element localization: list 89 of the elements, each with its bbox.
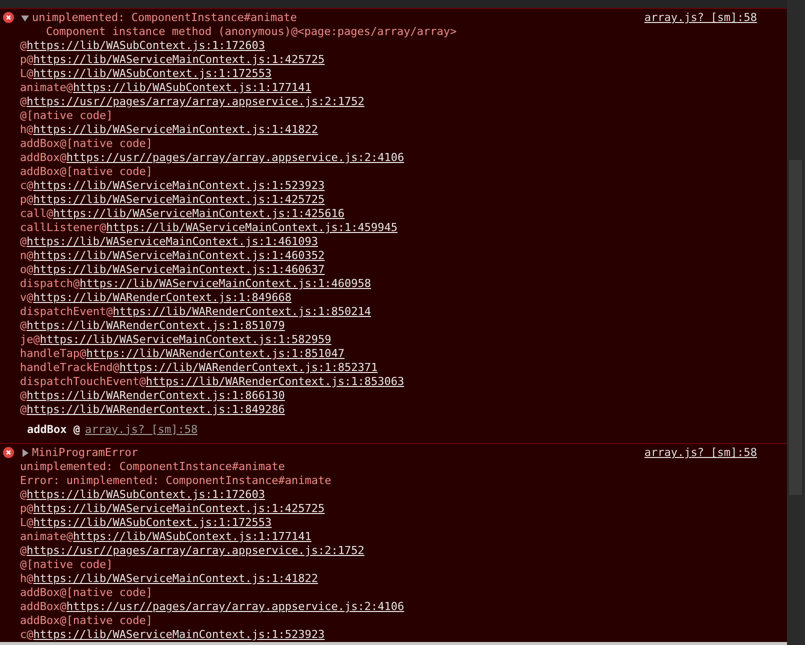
stack-link[interactable]: https://lib/WAServiceMainContext.js:1:41822 (33, 572, 318, 586)
stack-link[interactable]: https://lib/WASubContext.js:1:172553 (33, 516, 272, 530)
error-icon (3, 12, 14, 23)
function-name: @ (20, 39, 27, 53)
function-name: v@ (20, 291, 34, 305)
stack-link[interactable]: https://lib/WAServiceMainContext.js:1:41822 (33, 123, 318, 137)
stack-link[interactable]: https://lib/WAServiceMainContext.js:1:425725 (33, 53, 325, 67)
function-name: je@ (20, 333, 40, 347)
stack-link[interactable]: https://lib/WASubContext.js:1:172553 (33, 67, 272, 81)
function-name: handleTrackEnd@ (20, 361, 120, 375)
function-name: addBox @ (27, 422, 80, 436)
function-name: addBox@ (20, 165, 66, 179)
stack-link[interactable]: https://lib/WAServiceMainContext.js:1:460958 (80, 277, 372, 291)
function-name: p@ (20, 502, 34, 516)
stack-link[interactable]: https://lib/WASubContext.js:1:177141 (72, 81, 312, 95)
function-name: @ (20, 109, 27, 123)
stack-link[interactable]: https://lib/WAServiceMainContext.js:1:460637 (33, 263, 325, 277)
error-detail: unimplemented: ComponentInstance#animate (19, 460, 286, 474)
native-code: [native code] (66, 137, 152, 151)
stack-link[interactable]: https://lib/WARenderContext.js:1:851079 (26, 319, 285, 333)
function-name: @ (20, 235, 27, 249)
function-name: @ (20, 488, 27, 502)
error-detail: Component instance method (anonymous)@<page:pages/array/array> (45, 25, 458, 39)
stack-link[interactable]: https://lib/WASubContext.js:1:172603 (26, 39, 266, 53)
function-name: @ (20, 389, 27, 403)
stack-link[interactable]: https://lib/WAServiceMainContext.js:1:425725 (33, 193, 325, 207)
function-name: addBox@ (20, 614, 66, 628)
function-name: addBox@ (20, 586, 66, 600)
stack-link[interactable]: https://lib/WARenderContext.js:1:866130 (26, 389, 285, 403)
stack-link[interactable]: https://usr//pages/array/array.appservice.js:2:1752 (26, 544, 364, 558)
function-name: @ (20, 558, 27, 572)
error-icon (3, 447, 14, 458)
source-link[interactable]: array.js? [sm]:58 (644, 446, 757, 459)
function-name: o@ (20, 263, 34, 277)
function-name: handleTap@ (20, 347, 86, 361)
stack-link[interactable]: https://lib/WASubContext.js:1:177141 (72, 530, 312, 544)
stack-link[interactable]: https://lib/WAServiceMainContext.js:1:582959 (40, 333, 332, 347)
function-name: c@ (20, 179, 34, 193)
function-name: c@ (20, 628, 34, 642)
function-name: animate@ (20, 81, 73, 95)
function-name: dispatchTouchEvent@ (20, 375, 146, 389)
caret-icon[interactable] (21, 14, 29, 22)
stack-link[interactable]: https://lib/WAServiceMainContext.js:1:523923 (33, 628, 325, 642)
stack-link[interactable]: https://usr//pages/array/array.appservice.js:2:4106 (66, 151, 404, 165)
function-name: addBox@ (20, 137, 66, 151)
stack-link[interactable]: https://usr//pages/array/array.appservice.js:2:4106 (66, 600, 404, 614)
function-name: p@ (20, 193, 34, 207)
error-message: MiniProgramError (32, 446, 139, 459)
caret-icon[interactable] (21, 448, 29, 456)
native-code: [native code] (66, 586, 152, 600)
function-name: dispatch@ (20, 277, 80, 291)
function-name: addBox@ (20, 151, 66, 165)
source-link[interactable]: array.js? [sm]:58 (84, 422, 198, 436)
stack-link[interactable]: https://usr//pages/array/array.appservice.js:2:1752 (26, 95, 364, 109)
function-name: n@ (20, 249, 34, 263)
native-code: [native code] (26, 109, 113, 123)
stack-link[interactable]: https://lib/WAServiceMainContext.js:1:461093 (26, 235, 318, 249)
stack-link[interactable]: https://lib/WARenderContext.js:1:849668 (33, 291, 292, 305)
function-name: callListener@ (20, 221, 106, 235)
function-name: call@ (20, 207, 54, 221)
function-name: @ (20, 544, 27, 558)
function-name: @ (20, 403, 27, 417)
error-message: unimplemented: ComponentInstance#animate (32, 11, 298, 24)
stack-link[interactable]: https://lib/WARenderContext.js:1:850214 (112, 305, 371, 319)
function-name: p@ (20, 53, 34, 67)
native-code: [native code] (26, 558, 113, 572)
source-link[interactable]: array.js? [sm]:58 (644, 11, 757, 24)
function-name: h@ (20, 572, 34, 586)
stack-link[interactable]: https://lib/WASubContext.js:1:172603 (26, 488, 266, 502)
stack-link[interactable]: https://lib/WARenderContext.js:1:849286 (26, 403, 285, 417)
function-name: animate@ (20, 530, 73, 544)
function-name: L@ (20, 67, 34, 81)
function-name: dispatchEvent@ (20, 305, 113, 319)
error-detail: Error: unimplemented: ComponentInstance#animate (19, 474, 332, 488)
function-name: addBox@ (20, 600, 66, 614)
stack-link[interactable]: https://lib/WAServiceMainContext.js:1:459945 (106, 221, 398, 235)
function-name: h@ (20, 123, 34, 137)
function-name: L@ (20, 516, 34, 530)
stack-link[interactable]: https://lib/WAServiceMainContext.js:1:523923 (33, 179, 325, 193)
stack-link[interactable]: https://lib/WAServiceMainContext.js:1:425616 (53, 207, 345, 221)
stack-link[interactable]: https://lib/WAServiceMainContext.js:1:460352 (33, 249, 325, 263)
function-name: @ (20, 95, 27, 109)
stack-link[interactable]: https://lib/WARenderContext.js:1:851047 (86, 347, 345, 361)
stack-link[interactable]: https://lib/WARenderContext.js:1:853063 (146, 375, 404, 389)
stack-link[interactable]: https://lib/WAServiceMainContext.js:1:425725 (33, 502, 325, 516)
stack-link[interactable]: https://lib/WARenderContext.js:1:852371 (119, 361, 378, 375)
native-code: [native code] (66, 165, 152, 179)
native-code: [native code] (66, 614, 152, 628)
function-name: @ (20, 319, 27, 333)
